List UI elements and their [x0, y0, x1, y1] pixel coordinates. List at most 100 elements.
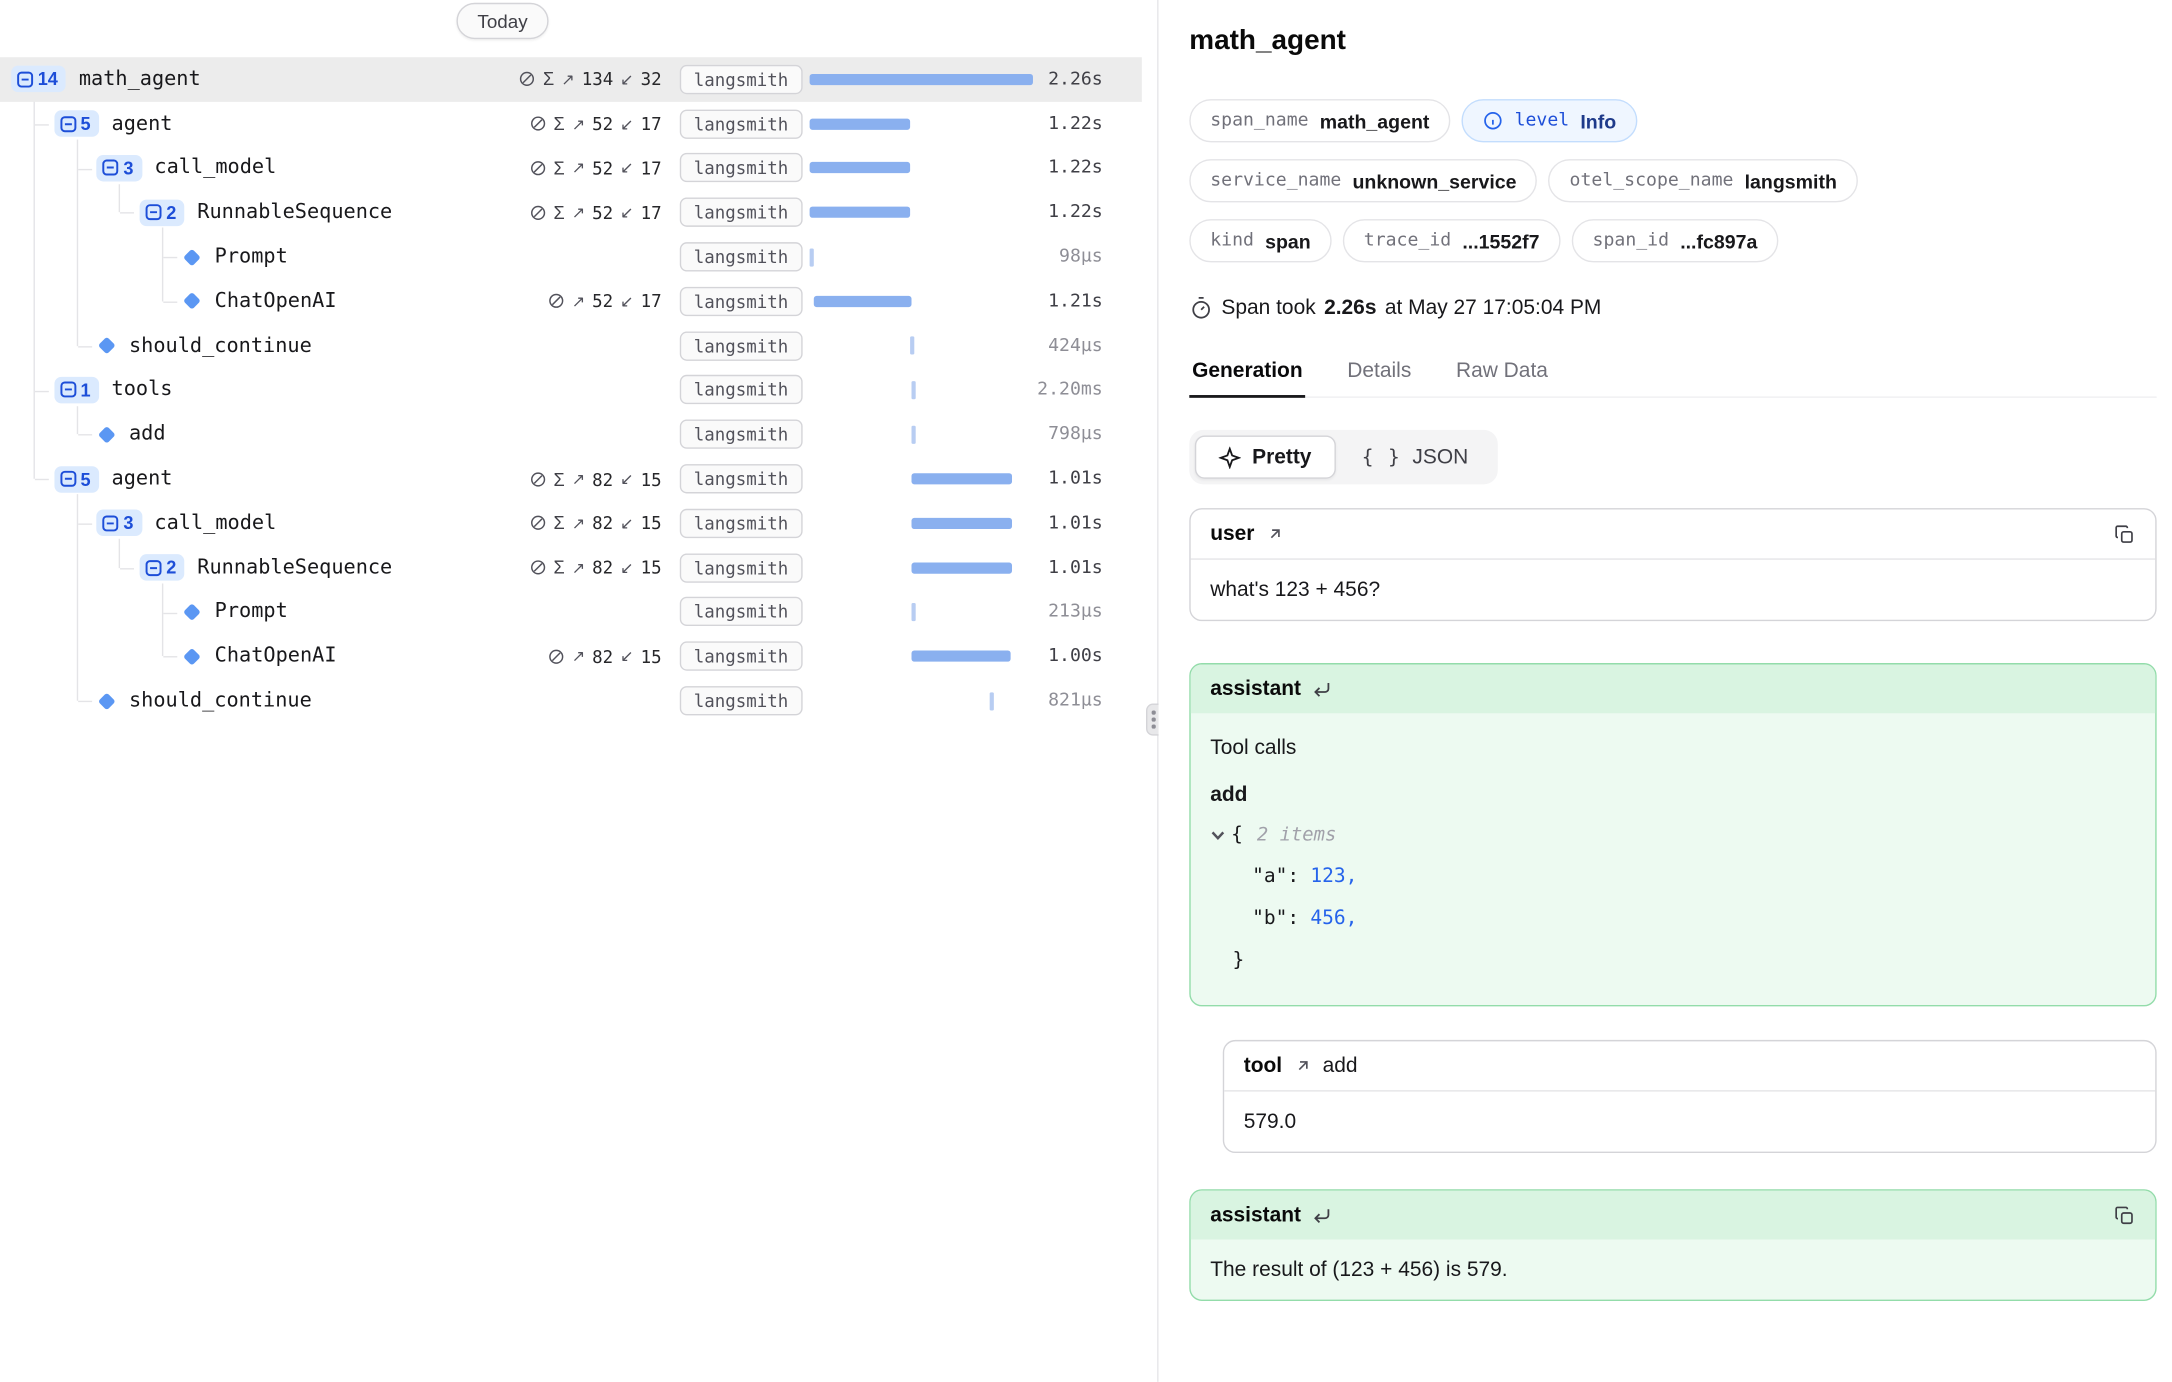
input-tokens-arrow-icon: ↗ — [572, 514, 585, 534]
sigma-icon: Σ — [543, 69, 554, 90]
json-items-count: 2 items — [1257, 814, 1336, 856]
tokens-icon — [528, 159, 546, 177]
collapse-count-badge[interactable]: 2 — [140, 554, 185, 581]
sigma-icon: Σ — [554, 557, 565, 578]
input-tokens-arrow-icon: ↗ — [572, 469, 585, 489]
trace-row-should_continue[interactable]: should_continuelangsmith424µs — [0, 324, 1142, 368]
trace-row-agent[interactable]: 5agentΣ↗82↙15langsmith1.01s — [0, 457, 1142, 501]
json-value: 123, — [1310, 856, 1357, 898]
tokens-icon — [528, 203, 546, 221]
detail-tabs: Generation Details Raw Data — [1189, 359, 2156, 398]
copy-button[interactable] — [2113, 1204, 2135, 1226]
pretty-toggle-button[interactable]: Pretty — [1195, 436, 1335, 479]
token-metrics: Σ↗82↙15 — [528, 546, 661, 590]
run-name: agent — [112, 468, 173, 490]
role-label: user — [1210, 522, 1254, 546]
output-tokens-arrow-icon: ↙ — [620, 203, 633, 223]
duration-bar — [807, 546, 1036, 590]
run-diamond-icon — [97, 695, 117, 708]
langsmith-tag: langsmith — [680, 420, 802, 449]
tab-raw-data[interactable]: Raw Data — [1453, 359, 1551, 397]
assistant-message-header[interactable]: assistant — [1191, 664, 2156, 713]
json-toggle-button[interactable]: { } JSON — [1338, 436, 1492, 479]
trace-row-call_model[interactable]: 3call_modelΣ↗82↙15langsmith1.01s — [0, 501, 1142, 545]
collapse-count-badge[interactable]: 5 — [54, 111, 99, 138]
duration-label: 1.22s — [1048, 202, 1103, 223]
collapse-count-badge[interactable]: 5 — [54, 466, 99, 493]
arrow-up-right-icon — [1266, 525, 1284, 543]
duration-label: 798µs — [1048, 424, 1103, 445]
assistant-tool-calls-body: Tool calls add { 2 items "a": 123, "b": … — [1191, 713, 2156, 1005]
tool-name-label: add — [1323, 1054, 1358, 1078]
assistant-message-header[interactable]: assistant — [1191, 1191, 2156, 1240]
duration-bar — [807, 279, 1036, 323]
json-key: "a": — [1252, 856, 1299, 898]
input-tokens: 52 — [592, 291, 613, 312]
duration-label: 2.26s — [1048, 69, 1103, 90]
input-tokens-arrow-icon: ↗ — [572, 292, 585, 312]
tool-message-header[interactable]: tool add — [1224, 1041, 2155, 1091]
output-tokens: 32 — [641, 69, 662, 90]
trace-row-tools[interactable]: 1toolslangsmith2.20ms — [0, 368, 1142, 412]
duration-label: 1.01s — [1048, 468, 1103, 489]
trace-row-Prompt[interactable]: Promptlangsmith213µs — [0, 590, 1142, 634]
trace-row-math_agent[interactable]: 14math_agentΣ↗134↙32langsmith2.26s — [0, 57, 1142, 101]
trace-row-should_continue[interactable]: should_continuelangsmith821µs — [0, 679, 1142, 723]
sigma-icon: Σ — [554, 202, 565, 223]
tokens-icon — [528, 115, 546, 133]
trace-row-call_model[interactable]: 3call_modelΣ↗52↙17langsmith1.22s — [0, 146, 1142, 190]
tokens-icon — [528, 559, 546, 577]
copy-button[interactable] — [2113, 523, 2135, 545]
token-metrics: ↗52↙17 — [547, 279, 662, 323]
duration-label: 98µs — [1059, 246, 1103, 267]
token-metrics: Σ↗134↙32 — [518, 57, 662, 101]
today-button[interactable]: Today — [456, 3, 548, 39]
langsmith-tag: langsmith — [680, 553, 802, 582]
tab-details[interactable]: Details — [1344, 359, 1414, 397]
sigma-icon: Σ — [554, 513, 565, 534]
attribute-pill-level: level Info — [1462, 99, 1638, 142]
user-message-header[interactable]: user — [1191, 509, 2156, 559]
output-tokens-arrow-icon: ↙ — [620, 292, 633, 312]
run-name: should_continue — [129, 335, 312, 357]
run-name: RunnableSequence — [197, 557, 392, 579]
duration-bar — [807, 324, 1036, 368]
collapse-count-badge[interactable]: 3 — [97, 155, 142, 182]
input-tokens-arrow-icon: ↗ — [572, 114, 585, 134]
token-metrics: Σ↗82↙15 — [528, 501, 661, 545]
collapse-count-badge[interactable]: 14 — [11, 66, 66, 93]
input-tokens-arrow-icon: ↗ — [561, 70, 574, 90]
run-name: agent — [112, 113, 173, 135]
trace-row-ChatOpenAI[interactable]: ChatOpenAI↗52↙17langsmith1.21s — [0, 279, 1142, 323]
trace-row-RunnableSequence[interactable]: 2 RunnableSequence Σ↗82↙15 langsmith 1.01s — [0, 546, 1142, 590]
token-metrics: Σ↗82↙15 — [528, 457, 661, 501]
json-close-line: } — [1210, 939, 2135, 981]
output-tokens-arrow-icon: ↙ — [620, 514, 633, 534]
minus-square-icon — [102, 160, 119, 177]
input-tokens: 82 — [592, 468, 613, 489]
trace-row-RunnableSequence[interactable]: 2RunnableSequenceΣ↗52↙17langsmith1.22s — [0, 190, 1142, 234]
tokens-icon — [547, 292, 565, 310]
token-metrics: Σ↗52↙17 — [528, 190, 661, 234]
collapse-count-badge[interactable]: 3 — [97, 510, 142, 537]
chevron-down-icon[interactable] — [1210, 827, 1225, 842]
trace-row-Prompt[interactable]: Promptlangsmith98µs — [0, 235, 1142, 279]
minus-square-icon — [145, 559, 162, 576]
trace-row-agent[interactable]: 5agentΣ↗52↙17langsmith1.22s — [0, 102, 1142, 146]
tab-generation[interactable]: Generation — [1189, 359, 1305, 398]
trace-row-ChatOpenAI[interactable]: ChatOpenAI↗82↙15langsmith1.00s — [0, 634, 1142, 678]
minus-square-icon — [60, 471, 77, 488]
trace-row-add[interactable]: addlangsmith798µs — [0, 412, 1142, 456]
stopwatch-icon — [1189, 296, 1213, 320]
collapse-count-badge[interactable]: 2 — [140, 199, 185, 226]
run-diamond-icon — [183, 295, 203, 308]
duration-label: 1.01s — [1048, 557, 1103, 578]
langsmith-tag: langsmith — [680, 154, 802, 183]
minus-square-icon — [60, 115, 77, 132]
attribute-value: langsmith — [1745, 170, 1837, 192]
duration-bar — [807, 634, 1036, 678]
langsmith-tag: langsmith — [680, 65, 802, 94]
collapse-count-badge[interactable]: 1 — [54, 377, 99, 404]
duration-bar — [807, 590, 1036, 634]
sigma-icon: Σ — [554, 468, 565, 489]
